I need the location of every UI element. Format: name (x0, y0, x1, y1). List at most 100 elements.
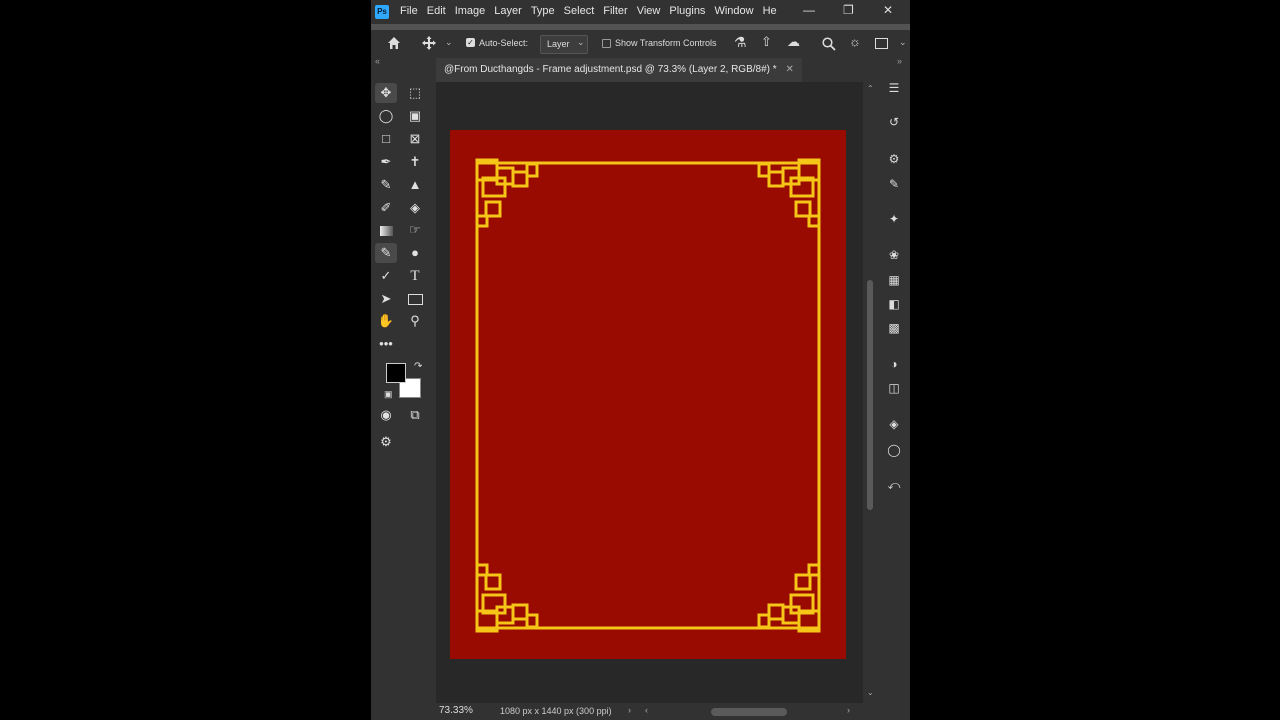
status-bar: 73.33% 1080 px x 1440 px (300 ppi) › ‹ › (436, 703, 879, 720)
tools-panel: « ✥ ⬚ ◯ ▣ □ ⊠ ✒ ✝ ✎ ▲ ✐ ◈ ☞ ✎ ● ✓ T ➤ ✋ … (371, 56, 436, 720)
history-brush-icon[interactable]: ✐ (375, 198, 397, 218)
default-colors-icon[interactable]: ▣ (384, 389, 393, 400)
canvas-background (450, 130, 846, 659)
status-chevron-right-icon[interactable]: › (628, 705, 631, 715)
document-tab-title: @From Ducthangds - Frame adjustment.psd … (444, 64, 777, 75)
eyedropper-icon[interactable]: ✒ (375, 152, 397, 172)
menu-help[interactable]: He (763, 5, 777, 17)
edit-toolbar-icon[interactable]: ⚙ (375, 432, 397, 452)
properties-icon[interactable]: ☰ (886, 80, 902, 96)
rectangle-icon[interactable] (404, 289, 426, 309)
layers-icon[interactable]: ◈ (886, 416, 902, 432)
crop-icon[interactable]: □ (375, 129, 397, 149)
vertical-scrollbar[interactable]: ⌃ ⌄ (863, 82, 879, 703)
menu-layer[interactable]: Layer (494, 5, 522, 17)
hand-icon[interactable]: ✋ (375, 311, 397, 331)
menu-view[interactable]: View (637, 5, 661, 17)
layer-select[interactable]: Layer ⌄ (540, 35, 588, 54)
menu-plugins[interactable]: Plugins (669, 5, 705, 17)
paths-icon[interactable]: ⤺ (886, 477, 902, 493)
menu-file[interactable]: File (400, 5, 418, 17)
frame-icon[interactable]: ⊠ (404, 129, 426, 149)
cloud-icon[interactable]: ☁ (787, 34, 800, 50)
menu-bar: Ps File Edit Image Layer Type Select Fil… (371, 0, 910, 24)
right-panel-dock: » ☰ ↺ ⚙ ✎ ✦ ❀ ▦ ◧ ▩ ◑ ◫ ◈ ◯ ⤺ (879, 56, 910, 720)
foreground-color-swatch[interactable] (386, 363, 406, 383)
auto-select-label: Auto-Select: (479, 38, 529, 48)
gradients-icon[interactable]: ◧ (886, 296, 902, 312)
path-select-icon[interactable]: ➤ (375, 289, 397, 309)
transform-controls-checkbox[interactable] (602, 39, 611, 48)
scroll-right-icon[interactable]: › (847, 705, 850, 715)
auto-select-checkbox[interactable]: ✓ (466, 38, 475, 47)
close-icon[interactable]: ✕ (883, 3, 893, 17)
chevron-down-icon[interactable]: ⌄ (899, 37, 907, 48)
dodge-icon[interactable]: ● (404, 243, 426, 263)
lasso-icon[interactable]: ◯ (375, 106, 397, 126)
spot-healing-icon[interactable]: ✝ (404, 152, 426, 172)
libraries-icon[interactable]: ◫ (886, 380, 902, 396)
maximize-icon[interactable]: ❐ (843, 3, 854, 17)
vertical-scroll-thumb[interactable] (867, 280, 873, 510)
menu-filter[interactable]: Filter (603, 5, 627, 17)
channels-icon[interactable]: ◯ (886, 442, 902, 458)
brush-settings-icon[interactable]: ✎ (886, 176, 902, 192)
scroll-left-icon[interactable]: ‹ (645, 705, 648, 715)
scroll-up-icon[interactable]: ⌃ (867, 84, 874, 93)
more-tools-icon[interactable]: ••• (375, 334, 397, 354)
document-area: @From Ducthangds - Frame adjustment.psd … (436, 58, 879, 720)
flask-icon[interactable]: ⚗ (734, 34, 747, 51)
home-icon[interactable] (387, 36, 401, 50)
smudge-icon[interactable]: ☞ (404, 220, 426, 240)
menu-type[interactable]: Type (531, 5, 555, 17)
move-tool-options-icon[interactable] (422, 36, 436, 50)
transform-controls-label: Show Transform Controls (615, 38, 717, 48)
minimize-icon[interactable]: — (803, 3, 815, 17)
menu-window[interactable]: Window (714, 5, 753, 17)
horizontal-scroll-thumb[interactable] (711, 708, 787, 716)
object-select-icon[interactable]: ▣ (404, 106, 426, 126)
history-icon[interactable]: ↺ (886, 114, 902, 130)
swatches-grid-icon[interactable]: ▦ (886, 272, 902, 288)
pen-icon[interactable]: ✓ (375, 266, 397, 286)
menu-image[interactable]: Image (455, 5, 486, 17)
scroll-down-icon[interactable]: ⌄ (867, 688, 874, 697)
stamp-icon[interactable]: ▲ (404, 175, 426, 195)
collapse-icon[interactable]: « (375, 56, 380, 66)
adjustments-sliders-icon[interactable]: ⚙ (886, 151, 902, 167)
quick-mask-icon[interactable]: ◉ (375, 405, 397, 425)
eraser-icon[interactable]: ◈ (404, 198, 426, 218)
marquee-tool-icon[interactable]: ⬚ (404, 83, 426, 103)
canvas-viewport[interactable] (436, 82, 863, 703)
patterns-icon[interactable]: ▩ (886, 320, 902, 336)
menu-select[interactable]: Select (564, 5, 595, 17)
menu-list: File Edit Image Layer Type Select Filter… (400, 5, 786, 17)
color-palette-icon[interactable]: ❀ (886, 247, 902, 263)
menu-edit[interactable]: Edit (427, 5, 446, 17)
options-bar: ⌄ ✓ Auto-Select: Layer ⌄ Show Transform … (371, 30, 910, 58)
move-tool-icon[interactable]: ✥ (375, 83, 397, 103)
swap-colors-icon[interactable]: ↷ (414, 361, 422, 372)
document-tabs: @From Ducthangds - Frame adjustment.psd … (436, 58, 879, 82)
gradient-icon[interactable] (375, 220, 397, 240)
share-icon[interactable]: ⇧ (761, 34, 772, 50)
adjustments-icon[interactable]: ◑ (886, 356, 902, 372)
brush-icon[interactable]: ✎ (375, 175, 397, 195)
zoom-icon[interactable]: ⚲ (404, 311, 426, 331)
lightbulb-icon[interactable]: ☼ (849, 34, 861, 49)
screen-mode-icon[interactable]: ⧉ (404, 405, 426, 425)
expand-panels-icon[interactable]: » (897, 56, 902, 66)
type-icon[interactable]: T (404, 266, 426, 286)
workspace-icon[interactable] (875, 38, 888, 49)
zoom-level[interactable]: 73.33% (439, 705, 473, 716)
document-tab[interactable]: @From Ducthangds - Frame adjustment.psd … (436, 58, 802, 82)
chevron-down-icon[interactable]: ⌄ (445, 37, 453, 48)
document-canvas[interactable] (450, 130, 846, 659)
sparkle-icon[interactable]: ✦ (886, 211, 902, 227)
photoshop-window: Ps File Edit Image Layer Type Select Fil… (371, 0, 910, 720)
search-icon[interactable] (822, 37, 836, 51)
photoshop-logo[interactable]: Ps (375, 5, 389, 19)
paint-icon[interactable]: ✎ (375, 243, 397, 263)
close-tab-icon[interactable]: ✕ (785, 64, 793, 75)
document-info: 1080 px x 1440 px (300 ppi) (500, 706, 612, 716)
